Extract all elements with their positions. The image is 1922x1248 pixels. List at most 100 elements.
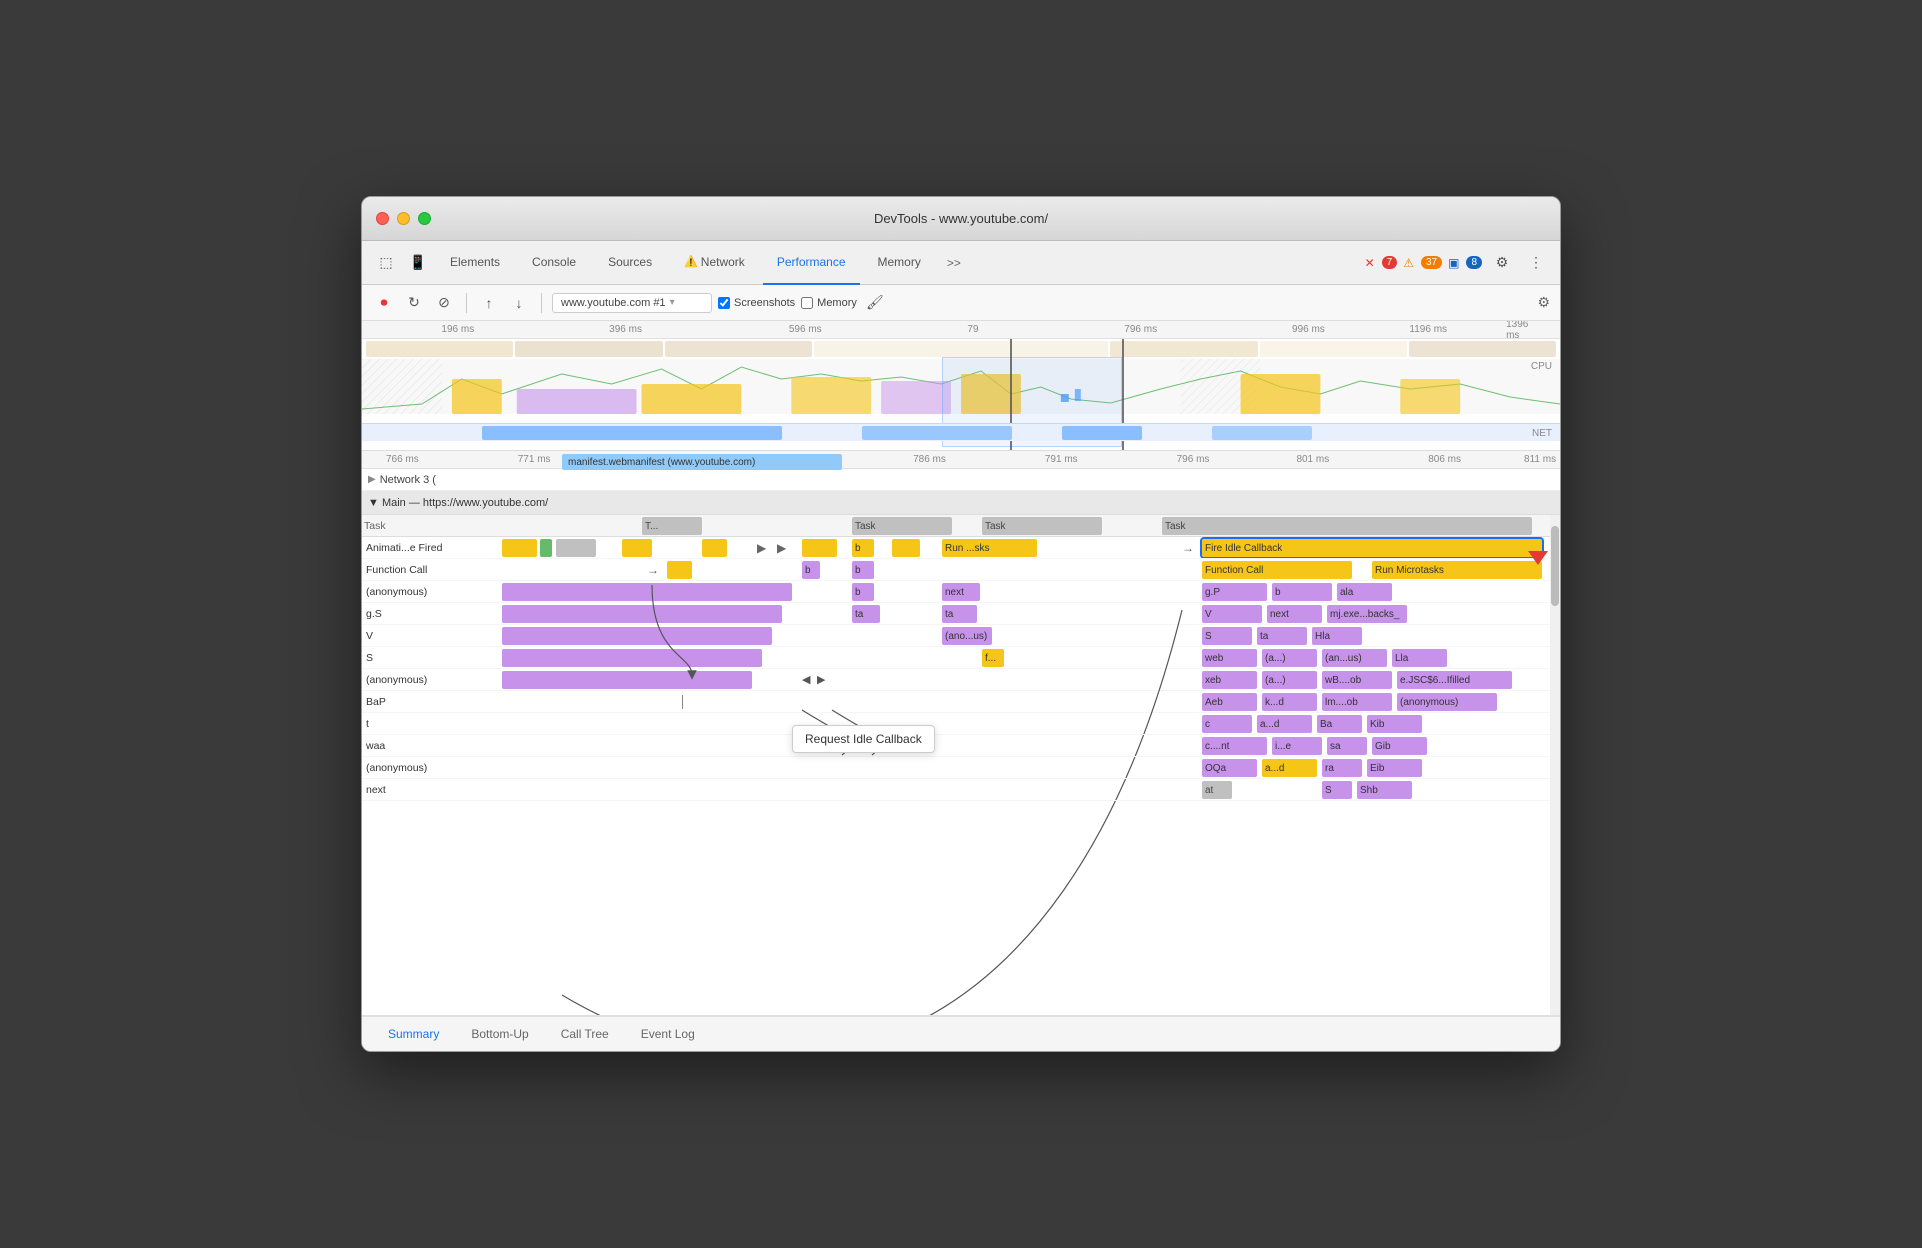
- scrollbar-thumb[interactable]: [1551, 526, 1559, 606]
- anim-block1[interactable]: [502, 539, 537, 557]
- ruler2-tick-6: 791 ms: [1045, 454, 1078, 465]
- tab-console[interactable]: Console: [518, 241, 590, 285]
- wbob-block: wB....ob: [1322, 671, 1392, 689]
- more-tabs-button[interactable]: >>: [939, 256, 969, 270]
- timeline-overview[interactable]: 196 ms 396 ms 596 ms 79 796 ms 996 ms 11…: [362, 321, 1560, 451]
- at-block: at: [1202, 781, 1232, 799]
- ta-block2[interactable]: ta: [942, 605, 977, 623]
- eib-block: Eib: [1367, 759, 1422, 777]
- f-block[interactable]: f...: [982, 649, 1004, 667]
- window-controls: [376, 212, 431, 225]
- reload-button[interactable]: ↻: [402, 291, 426, 315]
- settings-icon[interactable]: ⚙: [1488, 249, 1516, 277]
- inspect-icon[interactable]: ⬚: [372, 249, 400, 277]
- ta-block-r: ta: [1257, 627, 1307, 645]
- ta-block1[interactable]: ta: [852, 605, 880, 623]
- ruler-tick-7: 1196 ms: [1409, 324, 1447, 335]
- ruler-tick-8: 1396 ms: [1506, 321, 1542, 341]
- close-button[interactable]: [376, 212, 389, 225]
- tab-bottom-up[interactable]: Bottom-Up: [455, 1017, 544, 1051]
- lla-block: Lla: [1392, 649, 1447, 667]
- hla-block: Hla: [1312, 627, 1362, 645]
- tab-event-log[interactable]: Event Log: [625, 1017, 711, 1051]
- anim-block6[interactable]: [802, 539, 837, 557]
- brush-icon[interactable]: 🖌: [863, 291, 887, 315]
- fc-block3[interactable]: b: [852, 561, 874, 579]
- timeline-ruler: 196 ms 396 ms 596 ms 79 796 ms 996 ms 11…: [362, 321, 1560, 339]
- tab-bar: ⬚ 📱 Elements Console Sources ⚠️ Network …: [362, 241, 1560, 285]
- run-microtasks-block[interactable]: Run Microtasks: [1372, 561, 1542, 579]
- timeline-content[interactable]: CPU NET: [362, 339, 1560, 451]
- minimize-button[interactable]: [397, 212, 410, 225]
- ruler2-tick-2: 771 ms: [518, 454, 551, 465]
- a-block-r1: (a...): [1262, 649, 1317, 667]
- anon-next[interactable]: next: [942, 583, 980, 601]
- task-row: Task T... Task Task Task: [362, 515, 1560, 537]
- waa-row: waa c....nt i...e sa Gib: [362, 735, 1560, 757]
- network-warning-icon: ⚠️: [684, 255, 698, 268]
- anonymous-row-2: (anonymous) ◀ ▶ xeb (a...) wB....ob e.JS…: [362, 669, 1560, 691]
- anim-block8[interactable]: [892, 539, 920, 557]
- anim-block3[interactable]: [556, 539, 596, 557]
- tab-memory[interactable]: Memory: [864, 241, 935, 285]
- kd-block: k...d: [1262, 693, 1317, 711]
- task-block-1: T...: [642, 517, 702, 535]
- flamechart-content[interactable]: Task T... Task Task Task Animati...e Fir…: [362, 515, 1560, 1015]
- memory-checkbox[interactable]: Memory: [801, 297, 857, 309]
- anim-block7[interactable]: b: [852, 539, 874, 557]
- device-icon[interactable]: 📱: [404, 249, 432, 277]
- network-row[interactable]: ▶ Network 3 ( manifest.webmanifest (www.…: [362, 469, 1560, 491]
- fc-block2[interactable]: b: [802, 561, 820, 579]
- anon2-block[interactable]: [502, 671, 752, 689]
- more-options-icon[interactable]: ⋮: [1522, 249, 1550, 277]
- ruler-tick-1: 196 ms: [441, 324, 474, 335]
- s-row: S f... web (a...) (an...us) Lla: [362, 647, 1560, 669]
- tab-network[interactable]: ⚠️ Network: [670, 241, 759, 285]
- vertical-scrollbar[interactable]: [1550, 515, 1560, 1015]
- screenshots-checkbox[interactable]: Screenshots: [718, 297, 795, 309]
- record-button[interactable]: ⏺: [372, 291, 396, 315]
- gs-block1[interactable]: [502, 605, 782, 623]
- fc-block1[interactable]: [667, 561, 692, 579]
- tab-call-tree[interactable]: Call Tree: [545, 1017, 625, 1051]
- clear-button[interactable]: ⊘: [432, 291, 456, 315]
- anim-block5[interactable]: [702, 539, 727, 557]
- perf-settings-icon[interactable]: ⚙: [1537, 294, 1550, 311]
- devtools-window: DevTools - www.youtube.com/ ⬚ 📱 Elements…: [361, 196, 1561, 1052]
- ruler-tick-6: 996 ms: [1292, 324, 1325, 335]
- v-block1[interactable]: [502, 627, 772, 645]
- chevron-down-icon: ▾: [670, 297, 675, 308]
- arrow-icon2: ▶: [777, 541, 786, 555]
- anonymous-row-1: (anonymous) b next g.P b ala: [362, 581, 1560, 603]
- arrow-icon5: ▶: [817, 673, 825, 686]
- url-selector[interactable]: www.youtube.com #1 ▾: [552, 293, 712, 313]
- tab-performance[interactable]: Performance: [763, 241, 860, 285]
- ruler2-tick-8: 801 ms: [1296, 454, 1329, 465]
- a-block-r2: (a...): [1262, 671, 1317, 689]
- anon-block1[interactable]: [502, 583, 792, 601]
- network-expand-icon[interactable]: ▶: [368, 474, 376, 485]
- anim-block2[interactable]: [540, 539, 552, 557]
- anon-b[interactable]: b: [852, 583, 874, 601]
- ruler2-tick-9: 806 ms: [1428, 454, 1461, 465]
- anous-block[interactable]: (ano...us): [942, 627, 992, 645]
- fire-idle-block[interactable]: Fire Idle Callback: [1202, 539, 1542, 557]
- tab-sources[interactable]: Sources: [594, 241, 666, 285]
- s-block1[interactable]: [502, 649, 762, 667]
- sa-block: sa: [1327, 737, 1367, 755]
- tab-summary[interactable]: Summary: [372, 1017, 455, 1051]
- fc-block-right[interactable]: Function Call: [1202, 561, 1352, 579]
- upload-icon[interactable]: ↑: [477, 291, 501, 315]
- tab-elements[interactable]: Elements: [436, 241, 514, 285]
- main-section-header: ▼ Main — https://www.youtube.com/: [362, 491, 1560, 515]
- gs-row: g.S ta ta V next mj.exe...backs_: [362, 603, 1560, 625]
- task-block-3: Task: [982, 517, 1102, 535]
- download-icon[interactable]: ↓: [507, 291, 531, 315]
- arrow-icon3: →: [647, 563, 659, 577]
- gp-block: g.P: [1202, 583, 1267, 601]
- run-sks-block[interactable]: Run ...sks: [942, 539, 1037, 557]
- sub-toolbar: ⏺ ↻ ⊘ ↑ ↓ www.youtube.com #1 ▾ Screensho…: [362, 285, 1560, 321]
- anim-block4[interactable]: [622, 539, 652, 557]
- maximize-button[interactable]: [418, 212, 431, 225]
- next-row: next at S Shb: [362, 779, 1560, 801]
